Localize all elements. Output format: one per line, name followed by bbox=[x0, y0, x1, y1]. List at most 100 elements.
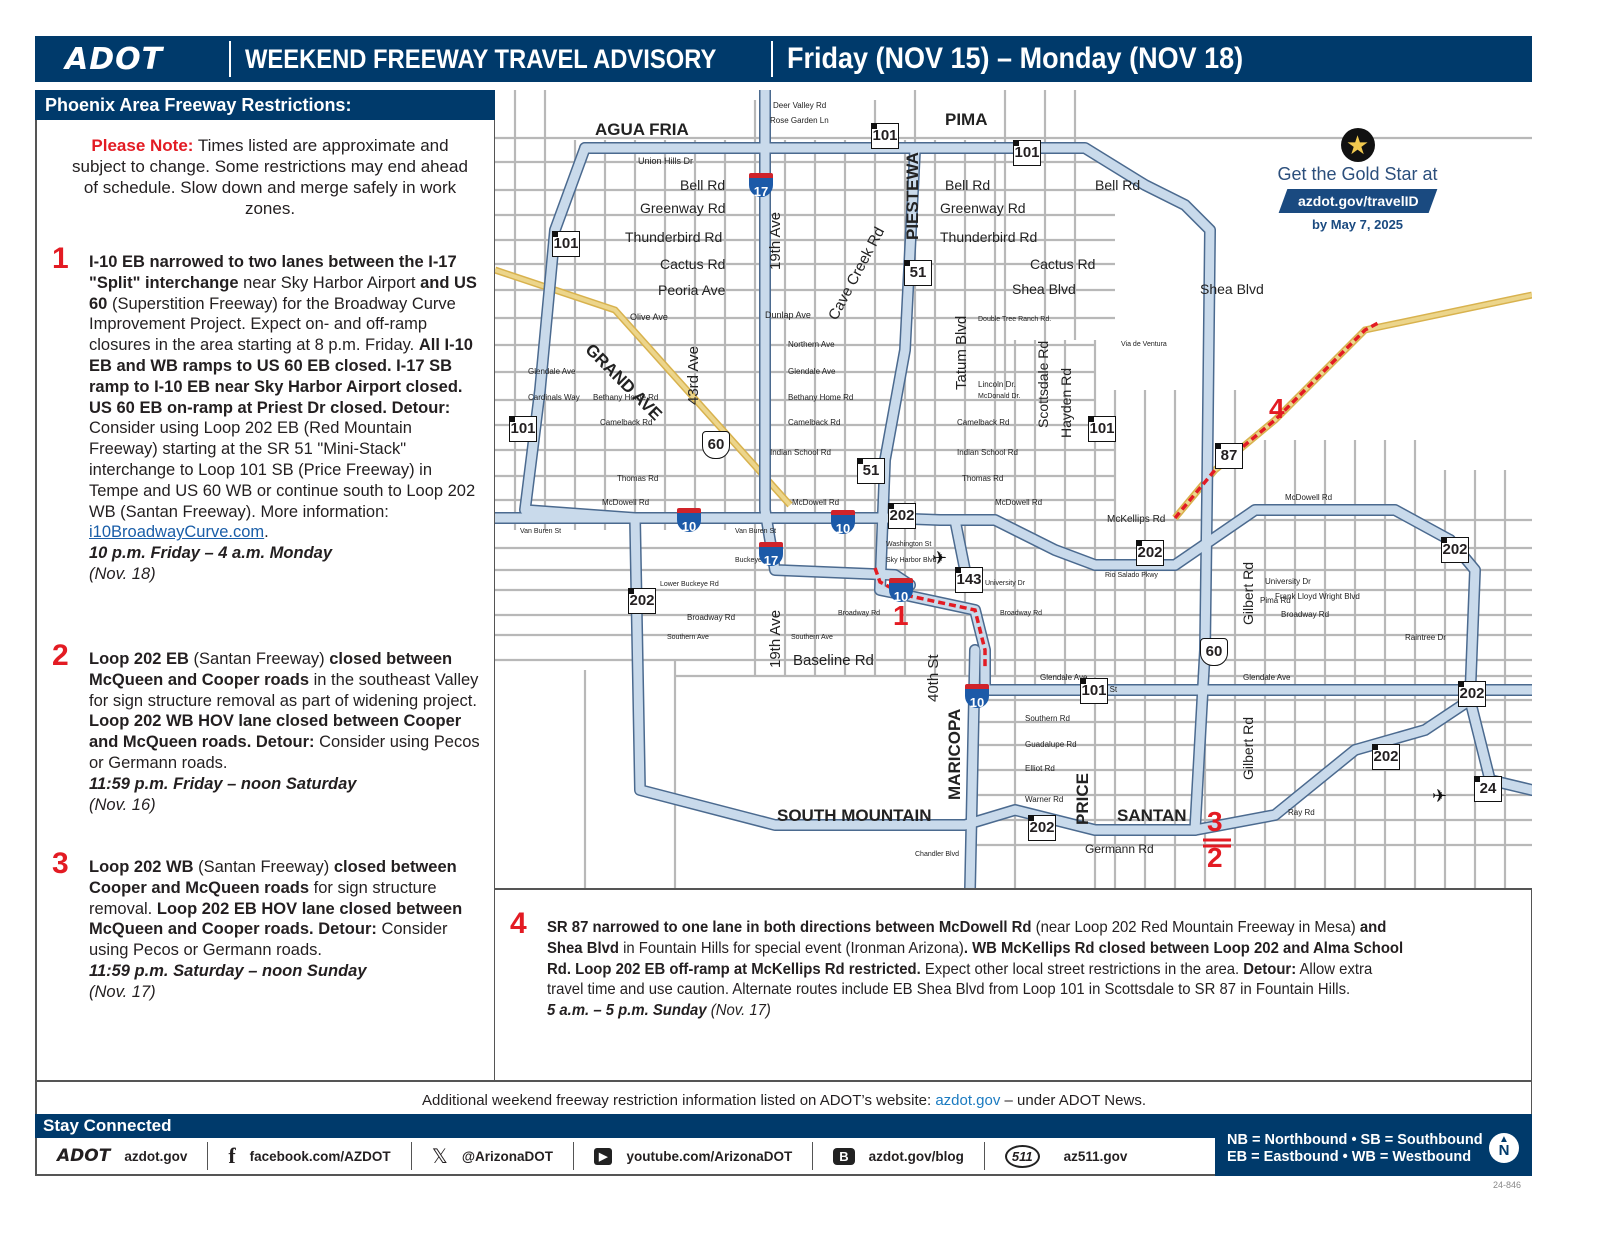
social-link-youtube[interactable]: ▶ youtube.com/ArizonaDOT bbox=[574, 1142, 814, 1170]
street-label: Chandler Blvd bbox=[915, 851, 959, 858]
street-label: Frank Lloyd Wright Blvd bbox=[1275, 592, 1360, 601]
facebook-icon: f bbox=[228, 1143, 236, 1168]
social-link-blog[interactable]: B azdot.gov/blog bbox=[813, 1142, 985, 1170]
plain-text: (Superstition Freeway) for the Broadway … bbox=[89, 294, 456, 355]
street-label: Broadway Rd bbox=[687, 613, 736, 622]
plain-text: Expect other local street restrictions i… bbox=[920, 960, 1244, 978]
street-label: Glendale Ave bbox=[788, 367, 836, 376]
loop-202-shield: 202 bbox=[1441, 537, 1469, 563]
street-label: Shea Blvd bbox=[1012, 281, 1076, 297]
additional-suffix: – under ADOT News. bbox=[1004, 1092, 1146, 1109]
closure-marker-2[interactable]: 2 bbox=[1207, 842, 1223, 874]
restriction-date: (Nov. 18) bbox=[89, 564, 156, 583]
social-link-511[interactable]: 511 az511.gov bbox=[985, 1142, 1148, 1170]
restrictions-heading: Phoenix Area Freeway Restrictions: bbox=[35, 90, 495, 120]
i-10-shield: 10 bbox=[889, 578, 913, 604]
restriction-description: SR 87 narrowed to one lane in both direc… bbox=[547, 919, 1403, 998]
street-label: Broadway Rd bbox=[1281, 610, 1330, 619]
loop-101-shield: 101 bbox=[552, 231, 580, 257]
social-label[interactable]: azdot.gov bbox=[124, 1149, 187, 1164]
street-label: Northern Ave bbox=[788, 340, 835, 349]
restriction-date: (Nov. 17) bbox=[710, 1002, 771, 1020]
mesa-gateway-airport-icon: ✈ bbox=[1432, 786, 1448, 806]
i-10-shield: 10 bbox=[677, 508, 701, 534]
restriction-number: 4 bbox=[510, 907, 527, 940]
sr-143-shield: 143 bbox=[955, 567, 983, 593]
i-10-shield: 10 bbox=[831, 510, 855, 536]
restriction-number: 2 bbox=[52, 639, 69, 672]
header-divider bbox=[770, 41, 773, 77]
loop-101-shield: 101 bbox=[1080, 678, 1108, 704]
restriction-description: I-10 EB narrowed to two lanes between th… bbox=[89, 253, 477, 541]
street-label: Bell Rd bbox=[945, 177, 991, 193]
street-label: Dunlap Ave bbox=[765, 310, 811, 320]
sky-harbor-airport-icon: ✈ bbox=[932, 548, 948, 568]
street-label: McDowell Rd bbox=[995, 498, 1043, 507]
promo-deadline: by May 7, 2025 bbox=[1311, 217, 1404, 232]
street-label: Peoria Ave bbox=[658, 282, 726, 298]
social-link-x[interactable]: 𝕏 @ArizonaDOT bbox=[412, 1142, 574, 1170]
street-label: McDowell Rd bbox=[792, 498, 840, 507]
project-link[interactable]: i10BroadwayCurve.com bbox=[89, 523, 264, 541]
street-label: Cactus Rd bbox=[1030, 256, 1096, 272]
street-label: Sky Harbor Blvd bbox=[886, 557, 937, 564]
street-label: Bell Rd bbox=[680, 177, 726, 193]
street-label: Broadway Rd bbox=[838, 610, 881, 617]
street-label: Van Buren St bbox=[735, 528, 777, 535]
loop-202-shield: 202 bbox=[1372, 744, 1400, 770]
promo-url[interactable]: azdot.gov/travelID bbox=[1297, 193, 1418, 209]
us-60-shield: 60 bbox=[1200, 638, 1228, 666]
plain-text: . bbox=[264, 523, 269, 542]
additional-info: Additional weekend freeway restriction i… bbox=[35, 1080, 1532, 1114]
social-link-facebook[interactable]: f facebook.com/AZDOT bbox=[208, 1142, 412, 1170]
street-label: Elliot Rd bbox=[1025, 764, 1055, 773]
street-label: Shea Blvd bbox=[1200, 281, 1264, 297]
plain-text: (near Loop 202 Red Mountain Freeway in M… bbox=[1031, 919, 1360, 936]
street-label: 19th Ave bbox=[767, 211, 784, 270]
freeway-label: SANTAN bbox=[1117, 806, 1187, 825]
restriction-description: Loop 202 EB (Santan Freeway) closed betw… bbox=[89, 650, 480, 772]
freeway-label: PIMA bbox=[945, 110, 988, 129]
restriction-number: 3 bbox=[52, 847, 69, 880]
closure-marker-3[interactable]: 3 bbox=[1207, 806, 1223, 838]
street-label: 19th Ave bbox=[767, 609, 784, 668]
x-icon: 𝕏 bbox=[431, 1145, 448, 1168]
direction-legend: NB = Northbound • SB = Southbound EB = E… bbox=[1215, 1128, 1532, 1176]
promo-link[interactable]: azdot.gov/travelID bbox=[1278, 189, 1437, 213]
youtube-icon: ▶ bbox=[593, 1147, 613, 1165]
social-label[interactable]: youtube.com/ArizonaDOT bbox=[626, 1149, 792, 1164]
street-label: Bethany Home Rd bbox=[593, 393, 659, 402]
social-label[interactable]: @ArizonaDOT bbox=[462, 1149, 553, 1164]
us-60-shield: 60 bbox=[702, 431, 730, 459]
street-label: Glendale Ave bbox=[528, 367, 576, 376]
social-label[interactable]: az511.gov bbox=[1064, 1149, 1128, 1164]
street-label: Gilbert Rd bbox=[1240, 716, 1256, 780]
social-link-azdot[interactable]: ADOT azdot.gov bbox=[37, 1142, 209, 1170]
street-label: Germann Rd bbox=[1085, 842, 1154, 856]
street-label: Deer Valley Rd bbox=[773, 101, 827, 110]
plain-text: near Sky Harbor Airport bbox=[238, 273, 421, 292]
restriction-item-4: 4 SR 87 narrowed to one lane in both dir… bbox=[510, 909, 1410, 1022]
street-label: Greenway Rd bbox=[940, 200, 1026, 216]
closure-marker-4[interactable]: 4 bbox=[1269, 393, 1285, 425]
street-label: Tatum Blvd bbox=[953, 315, 970, 390]
social-label[interactable]: azdot.gov/blog bbox=[869, 1149, 964, 1164]
street-label: Ray Rd bbox=[1288, 808, 1315, 817]
loop-202-shield: 202 bbox=[628, 588, 656, 614]
sr-51-shield: 51 bbox=[857, 458, 885, 484]
street-label: Washington St bbox=[886, 541, 932, 548]
social-label[interactable]: facebook.com/AZDOT bbox=[250, 1149, 391, 1164]
closure-marker-1[interactable]: 1 bbox=[893, 600, 909, 632]
freeway-label: AGUA FRIA bbox=[595, 120, 689, 139]
note-label: Please Note: bbox=[91, 136, 194, 155]
street-label: Union Hills Dr bbox=[638, 156, 694, 166]
legend-line: EB = Eastbound • WB = Westbound bbox=[1227, 1149, 1472, 1165]
loop-101-shield: 101 bbox=[509, 416, 537, 442]
loop-202-shield: 202 bbox=[1136, 540, 1164, 566]
street-label: Warner Rd bbox=[1025, 795, 1064, 804]
street-label: Olive Ave bbox=[630, 312, 668, 322]
sr87-road bbox=[1172, 291, 1532, 521]
azdot-link[interactable]: azdot.gov bbox=[935, 1092, 1000, 1109]
north-arrow-icon: N bbox=[1489, 1122, 1519, 1163]
sr-51-shield: 51 bbox=[904, 260, 932, 286]
